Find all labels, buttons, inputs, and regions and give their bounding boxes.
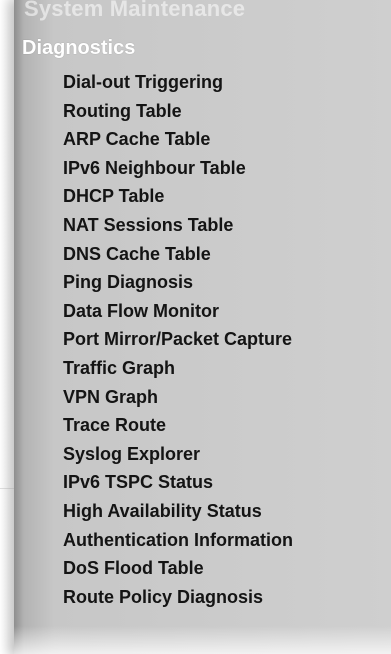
menu-section-diagnostics[interactable]: Diagnostics — [22, 37, 135, 60]
submenu-item-port-mirror-packet-capture[interactable]: Port Mirror/Packet Capture — [63, 325, 293, 354]
submenu-item-dns-cache-table[interactable]: DNS Cache Table — [63, 240, 293, 269]
menu-item-system-maintenance[interactable]: System Maintenance — [24, 0, 245, 22]
submenu-item-ipv6-neighbour-table[interactable]: IPv6 Neighbour Table — [63, 154, 293, 183]
submenu-item-dial-out-triggering[interactable]: Dial-out Triggering — [63, 68, 293, 97]
submenu-item-traffic-graph[interactable]: Traffic Graph — [63, 354, 293, 383]
submenu-item-route-policy-diagnosis[interactable]: Route Policy Diagnosis — [63, 583, 293, 612]
left-edge-fade — [0, 0, 14, 654]
faint-divider — [0, 488, 14, 489]
submenu-item-routing-table[interactable]: Routing Table — [63, 97, 293, 126]
submenu-item-dhcp-table[interactable]: DHCP Table — [63, 182, 293, 211]
submenu-item-ping-diagnosis[interactable]: Ping Diagnosis — [63, 268, 293, 297]
diagnostics-submenu: Dial-out Triggering Routing Table ARP Ca… — [63, 68, 293, 611]
submenu-item-high-availability-status[interactable]: High Availability Status — [63, 497, 293, 526]
screenshot-canvas: System Maintenance Diagnostics Dial-out … — [0, 0, 391, 654]
submenu-item-authentication-information[interactable]: Authentication Information — [63, 526, 293, 555]
submenu-item-nat-sessions-table[interactable]: NAT Sessions Table — [63, 211, 293, 240]
submenu-item-ipv6-tspc-status[interactable]: IPv6 TSPC Status — [63, 468, 293, 497]
submenu-item-vpn-graph[interactable]: VPN Graph — [63, 383, 293, 412]
submenu-item-data-flow-monitor[interactable]: Data Flow Monitor — [63, 297, 293, 326]
submenu-item-arp-cache-table[interactable]: ARP Cache Table — [63, 125, 293, 154]
submenu-item-dos-flood-table[interactable]: DoS Flood Table — [63, 554, 293, 583]
submenu-item-trace-route[interactable]: Trace Route — [63, 411, 293, 440]
submenu-item-syslog-explorer[interactable]: Syslog Explorer — [63, 440, 293, 469]
